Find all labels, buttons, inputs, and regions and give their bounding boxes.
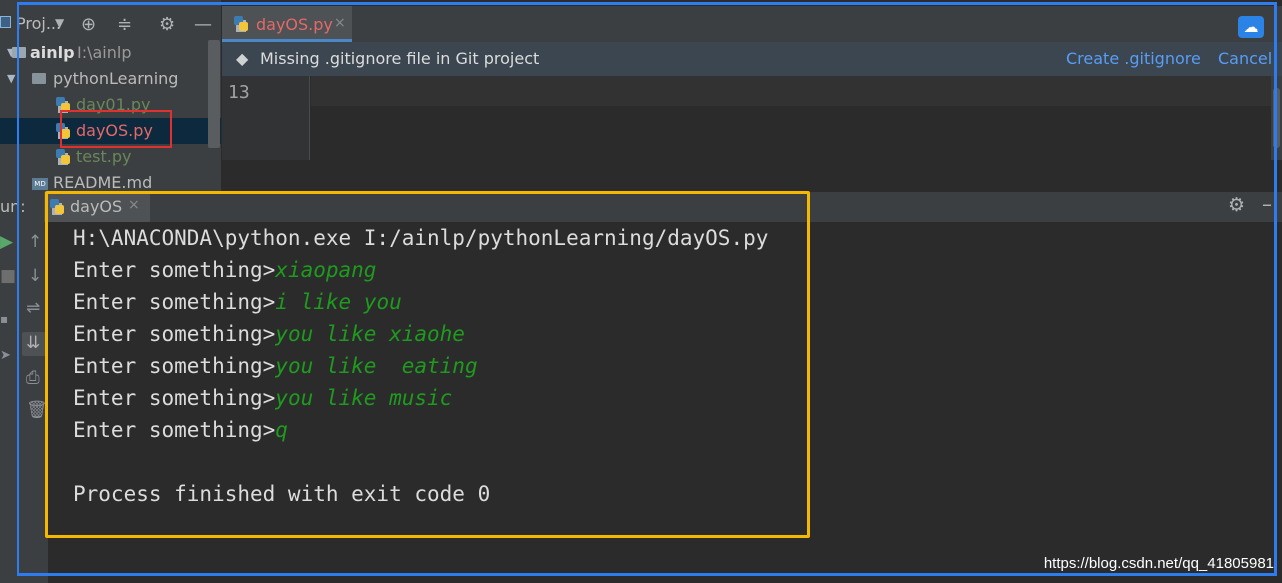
- project-view-icon: [0, 16, 11, 28]
- pin-icon[interactable]: ➤: [0, 348, 11, 363]
- stop-icon[interactable]: ■: [0, 266, 16, 286]
- expand-arrow-icon[interactable]: ▼: [7, 66, 15, 92]
- layout-icon[interactable]: ▪: [0, 312, 8, 326]
- rerun-icon[interactable]: ▶: [0, 232, 13, 252]
- annotation-box-yellow: [45, 191, 810, 538]
- annotation-box-red: [60, 110, 172, 148]
- watermark: https://blog.csdn.net/qq_41805981: [1043, 555, 1274, 572]
